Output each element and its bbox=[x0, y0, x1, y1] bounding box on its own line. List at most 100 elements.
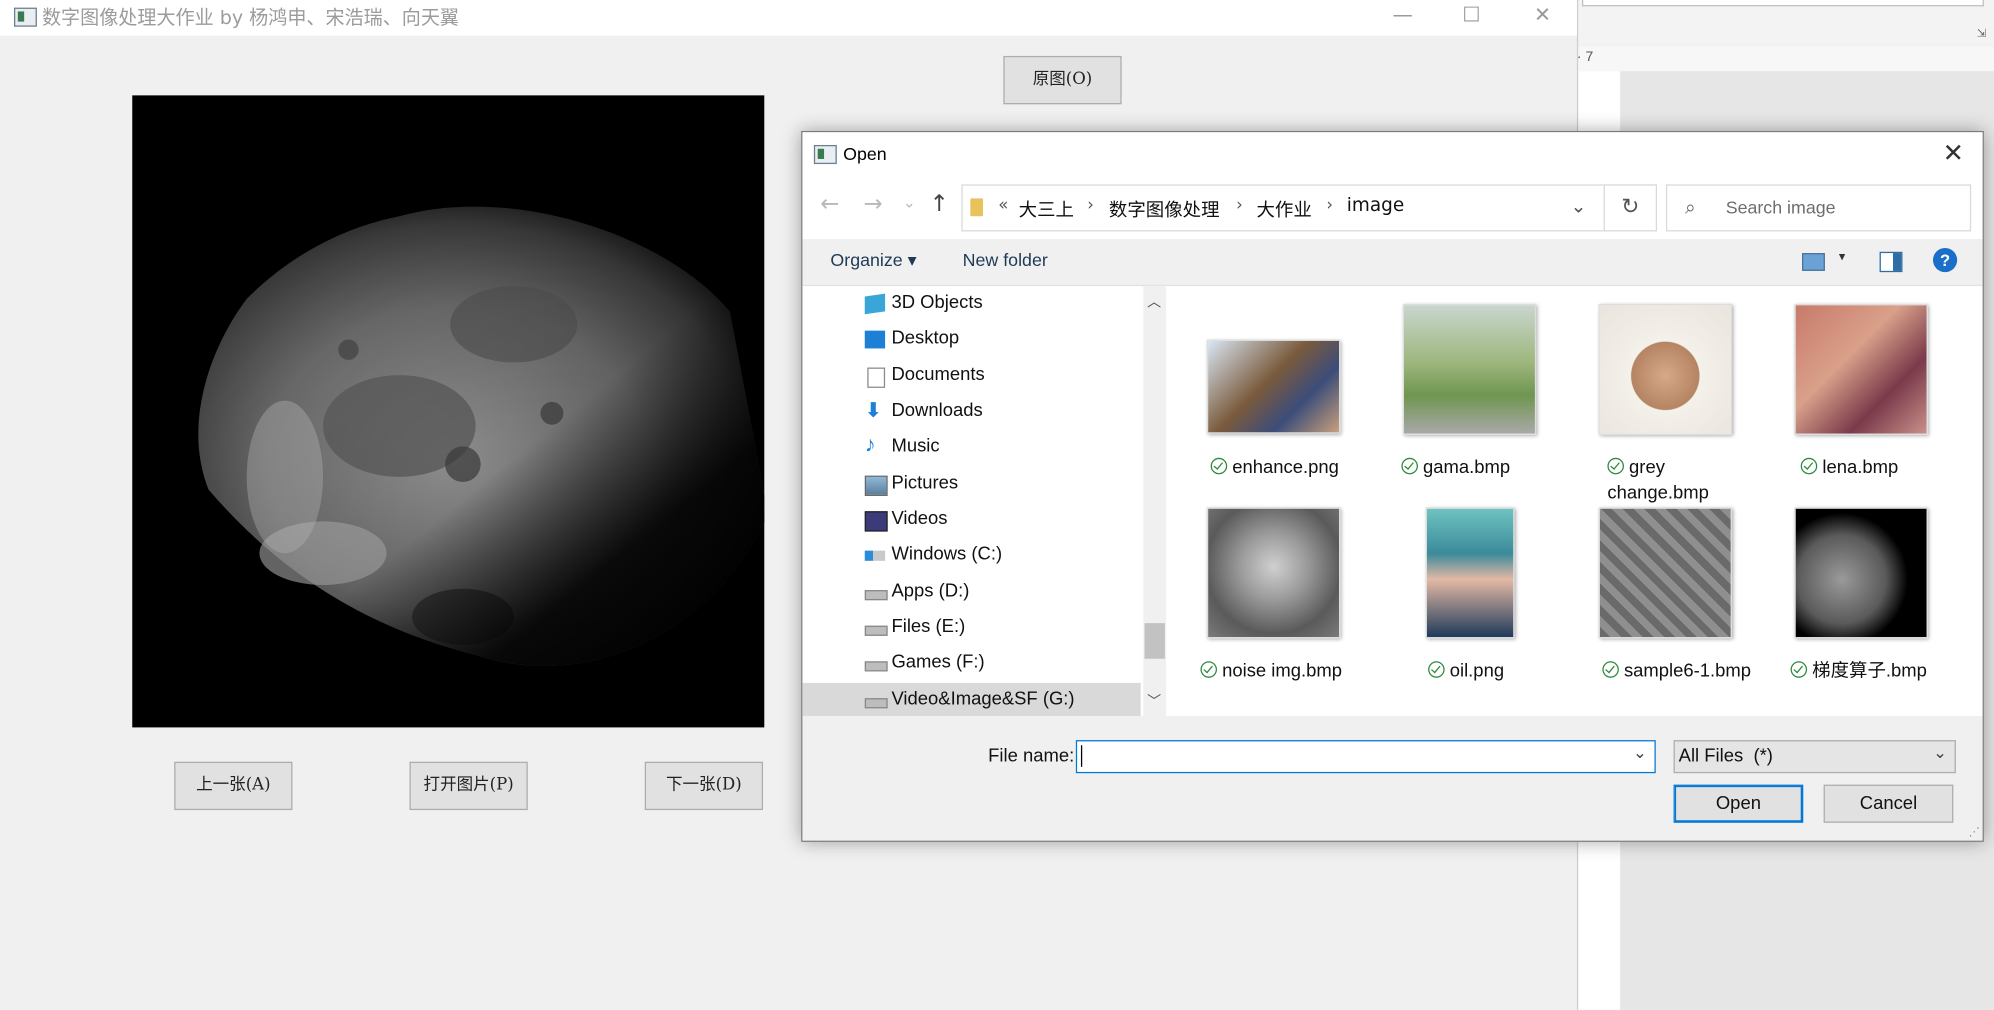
breadcrumb-overflow[interactable]: « bbox=[998, 196, 1008, 215]
music-icon: ♪ bbox=[864, 432, 876, 457]
nav-item-label: 3D Objects bbox=[891, 292, 983, 313]
forward-arrow-icon[interactable]: → bbox=[863, 191, 882, 218]
search-icon: ⌕ bbox=[1685, 195, 1696, 219]
nav-item-video-image-sf-g[interactable]: Video&Image&SF (G:) bbox=[802, 682, 1141, 716]
file-name: gama.bmp bbox=[1423, 457, 1511, 479]
nav-item-3d-objects[interactable]: 3D Objects bbox=[802, 286, 1140, 322]
file-name-area: File name: ⌄ All Files (*) ⌄ Open Cancel… bbox=[802, 715, 1983, 841]
nav-item-games-f[interactable]: Games (F:) bbox=[802, 646, 1140, 682]
nav-item-label: Music bbox=[891, 436, 940, 457]
dialog-app-icon bbox=[813, 144, 837, 165]
file-thumbnail bbox=[1794, 303, 1928, 435]
file-name: noise img.bmp bbox=[1222, 661, 1343, 682]
desktop-icon bbox=[864, 330, 886, 349]
file-type-chevron-icon[interactable]: ⌄ bbox=[1933, 744, 1947, 763]
background-app-toolbar: ⇲ bbox=[1576, 0, 1994, 48]
file-item-oil[interactable]: oil.png bbox=[1386, 505, 1577, 708]
search-box[interactable]: ⌕ Search image bbox=[1665, 184, 1972, 232]
minimize-button[interactable]: — bbox=[1373, 0, 1431, 36]
nav-item-downloads[interactable]: ⬇ Downloads bbox=[802, 394, 1140, 430]
file-item-gama[interactable]: gama.bmp bbox=[1386, 301, 1577, 504]
file-name-row: 梯度算子.bmp bbox=[1790, 659, 1969, 684]
change-view-icon[interactable] bbox=[1801, 253, 1825, 271]
previous-image-button[interactable]: 上一张(A) bbox=[174, 761, 293, 811]
original-image-button[interactable]: 原图(O) bbox=[1003, 55, 1122, 105]
file-thumbnail bbox=[1206, 507, 1341, 639]
drive-icon bbox=[864, 590, 888, 601]
file-item-lena[interactable]: lena.bmp bbox=[1778, 301, 1969, 504]
file-item-gradient-operator[interactable]: 梯度算子.bmp bbox=[1778, 505, 1969, 708]
file-item-noise-img[interactable]: noise img.bmp bbox=[1190, 505, 1381, 708]
navigation-pane-scrollbar[interactable]: ︿ ﹀ bbox=[1143, 286, 1167, 716]
nav-item-label: Documents bbox=[891, 364, 985, 386]
dialog-toolbar: Organize ▾ New folder ▾ ? bbox=[802, 239, 1983, 287]
nav-item-label: Games (F:) bbox=[891, 652, 985, 673]
open-image-button[interactable]: 打开图片(P) bbox=[409, 761, 528, 811]
file-name-label: File name: bbox=[988, 746, 1075, 767]
view-options-chevron-icon[interactable]: ▾ bbox=[1839, 251, 1845, 265]
file-name: lena.bmp bbox=[1822, 457, 1899, 479]
windows-drive-icon bbox=[864, 550, 886, 561]
nav-item-label: Files (E:) bbox=[891, 616, 966, 638]
open-button[interactable]: Open bbox=[1673, 784, 1804, 823]
app-icon bbox=[13, 7, 37, 27]
next-image-button[interactable]: 下一张(D) bbox=[644, 761, 764, 811]
file-name: oil.png bbox=[1449, 661, 1505, 682]
new-folder-button[interactable]: New folder bbox=[963, 249, 1048, 269]
file-item-sample6-1[interactable]: sample6-1.bmp bbox=[1582, 505, 1773, 708]
close-button[interactable]: ✕ bbox=[1513, 0, 1571, 36]
breadcrumb-item[interactable]: 大三上 bbox=[1019, 196, 1074, 223]
file-type-select[interactable]: All Files (*) ⌄ bbox=[1673, 740, 1956, 774]
file-name-input[interactable]: ⌄ bbox=[1075, 740, 1656, 774]
nav-item-label: Desktop bbox=[891, 328, 960, 349]
nav-item-apps-d[interactable]: Apps (D:) bbox=[802, 575, 1140, 611]
ruler-label: · 7 bbox=[1576, 49, 1594, 65]
breadcrumb-item[interactable]: 大作业 bbox=[1256, 196, 1311, 223]
breadcrumb-item[interactable]: 数字图像处理 bbox=[1109, 196, 1220, 223]
address-dropdown-chevron-icon[interactable]: ⌄ bbox=[1571, 195, 1587, 218]
nav-item-windows-c[interactable]: Windows (C:) bbox=[802, 538, 1140, 574]
breadcrumb-item[interactable]: image bbox=[1347, 196, 1404, 216]
maximize-button[interactable]: ☐ bbox=[1442, 0, 1500, 36]
resize-icon: ⇲ bbox=[1976, 26, 1987, 40]
file-name-row: lena.bmp bbox=[1800, 455, 1966, 480]
scroll-up-icon[interactable]: ︿ bbox=[1147, 291, 1161, 311]
nav-item-desktop[interactable]: Desktop bbox=[802, 322, 1140, 358]
scrollbar-thumb[interactable] bbox=[1144, 623, 1165, 659]
nav-item-pictures[interactable]: Pictures bbox=[802, 467, 1140, 503]
nav-item-label: Windows (C:) bbox=[891, 544, 1003, 565]
file-name-row: sample6-1.bmp bbox=[1602, 659, 1757, 684]
address-bar[interactable]: « 大三上 › 数字图像处理 › 大作业 › image ⌄ bbox=[961, 184, 1656, 232]
file-item-grey-change[interactable]: grey change.bmp bbox=[1582, 301, 1773, 504]
scroll-down-icon[interactable]: ﹀ bbox=[1147, 691, 1161, 711]
file-item-enhance[interactable]: enhance.png bbox=[1190, 301, 1381, 504]
nav-item-music[interactable]: ♪ Music bbox=[802, 430, 1140, 466]
up-arrow-icon[interactable]: ↑ bbox=[930, 191, 949, 218]
nav-item-label: Videos bbox=[891, 508, 948, 530]
nav-item-files-e[interactable]: Files (E:) bbox=[802, 610, 1140, 646]
breadcrumb-separator-icon: › bbox=[1326, 195, 1333, 215]
dialog-close-button[interactable]: ✕ bbox=[1934, 137, 1972, 170]
dialog-navigation-bar: ← → ⌄ ↑ « 大三上 › 数字图像处理 › 大作业 › image ⌄ ↻… bbox=[802, 175, 1983, 240]
open-file-dialog: Open ✕ ← → ⌄ ↑ « 大三上 › 数字图像处理 › 大作业 › im… bbox=[801, 130, 1984, 842]
resize-grip-icon[interactable]: ⋰ bbox=[1969, 825, 1980, 839]
cancel-button[interactable]: Cancel bbox=[1823, 784, 1954, 823]
nav-item-videos[interactable]: Videos bbox=[802, 502, 1140, 538]
organize-menu-button[interactable]: Organize ▾ bbox=[830, 249, 916, 271]
file-thumbnail bbox=[1794, 507, 1928, 639]
help-icon[interactable]: ? bbox=[1932, 247, 1958, 273]
file-name-dropdown-chevron-icon[interactable]: ⌄ bbox=[1633, 744, 1647, 763]
nav-item-documents[interactable]: Documents bbox=[802, 359, 1140, 395]
cube-icon bbox=[864, 293, 886, 315]
file-thumbnail bbox=[1425, 507, 1515, 639]
file-name: enhance.png bbox=[1232, 457, 1339, 479]
preview-pane-icon[interactable] bbox=[1879, 251, 1903, 273]
main-titlebar: 数字图像处理大作业 by 杨鸿申、宋浩瑞、向天翼 — ☐ ✕ bbox=[0, 0, 1577, 36]
recent-locations-chevron-icon[interactable]: ⌄ bbox=[903, 193, 916, 211]
drive-icon bbox=[864, 698, 888, 709]
navigation-pane: 3D Objects Desktop Documents ⬇ Downloads… bbox=[802, 286, 1169, 716]
nav-item-label: Video&Image&SF (G:) bbox=[891, 689, 1075, 710]
back-arrow-icon[interactable]: ← bbox=[820, 191, 839, 218]
refresh-button[interactable]: ↻ bbox=[1603, 184, 1658, 232]
file-thumbnail bbox=[1598, 303, 1733, 435]
